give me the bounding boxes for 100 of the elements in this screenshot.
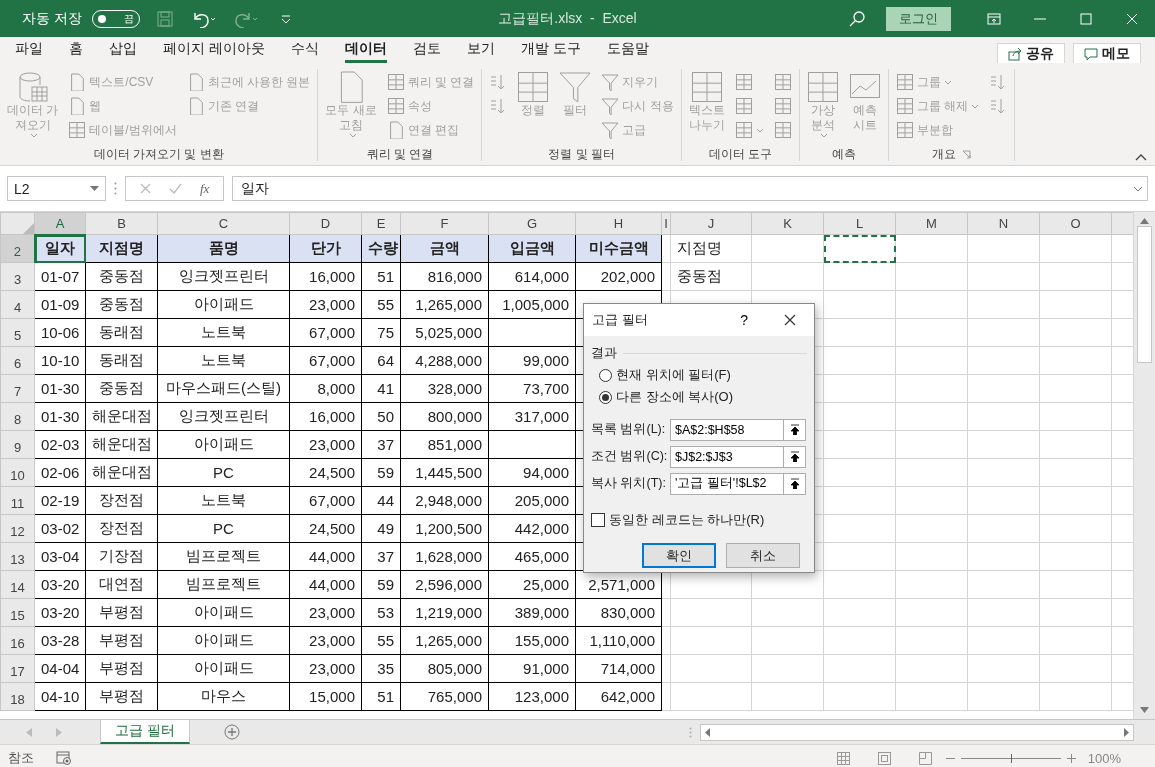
row-header[interactable]: 13 [0,542,35,571]
row-header[interactable]: 12 [0,514,35,543]
column-header[interactable]: M [895,212,968,235]
select-all-button[interactable] [0,212,35,235]
close-icon[interactable] [784,314,796,326]
row-header[interactable]: 9 [0,430,35,459]
table-cell: 44 [361,486,401,515]
formula-field[interactable]: 일자 [232,176,1148,201]
range-field[interactable]: $J$2:$J$3 [670,445,784,468]
ribbon-tab[interactable]: 페이지 레이아웃 [150,40,278,63]
table-cell: 중동점 [85,290,158,319]
column-header[interactable]: B [85,212,158,235]
scroll-down-icon[interactable] [1140,707,1149,713]
row-header[interactable]: 3 [0,262,35,291]
radio-option[interactable]: 현재 위치에 필터(F) [599,364,731,386]
row-header[interactable]: 16 [0,626,35,655]
check-icon[interactable] [169,183,182,194]
row-header[interactable]: 14 [0,570,35,599]
save-icon[interactable] [155,9,174,28]
cancel-icon[interactable] [140,183,151,194]
vertical-scrollbar[interactable] [1133,212,1155,719]
ribbon-tab[interactable]: 보기 [453,40,508,63]
zoom-in-icon[interactable] [1066,753,1076,763]
dialog-launcher-icon[interactable] [961,149,971,159]
dialog-button[interactable]: 취소 [726,543,800,568]
search-icon[interactable] [848,9,866,28]
table-icon [68,121,87,139]
table-cell: 동래점 [85,346,158,375]
sheet-tab[interactable]: 고급 필터 [100,720,190,744]
collapse-dialog-icon[interactable] [789,478,800,489]
help-button[interactable]: ? [734,311,754,329]
column-header[interactable]: J [670,212,752,235]
ribbon-tab[interactable]: 개발 도구 [507,40,594,63]
table-cell: 16,000 [289,262,362,291]
column-header[interactable]: G [488,212,576,235]
macro-record-icon[interactable] [56,751,72,765]
row-header[interactable]: 15 [0,598,35,627]
scroll-up-icon[interactable] [1140,218,1149,224]
table-cell: 67,000 [289,486,362,515]
next-sheet-icon[interactable] [56,727,62,737]
ribbon-tab[interactable]: 수식 [277,40,332,63]
column-header[interactable]: F [400,212,489,235]
ribbon-tab[interactable]: 데이터 [331,40,400,63]
insert-function-button[interactable]: fx [200,180,210,197]
login-button[interactable]: 로그인 [886,6,951,31]
ribbon-tab[interactable]: 도움말 [593,40,662,63]
row-header[interactable]: 8 [0,402,35,431]
column-header[interactable]: D [289,212,362,235]
radio-option[interactable]: 다른 장소에 복사(O) [599,386,733,408]
checkbox-option[interactable]: 동일한 레코드는 하나만(R) [591,511,765,529]
column-header[interactable]: H [575,212,662,235]
collapse-icon[interactable] [1135,153,1147,161]
name-box[interactable]: L2 [7,176,106,201]
horizontal-scrollbar[interactable] [700,723,1134,741]
ribbon-tab[interactable]: 삽입 [96,40,150,63]
column-header[interactable]: K [751,212,824,235]
column-header[interactable]: O [1039,212,1112,235]
dialog-button[interactable]: 확인 [642,543,716,568]
row-header[interactable]: 2 [0,234,35,263]
collapse-dialog-icon[interactable] [789,451,800,462]
maximize-icon[interactable] [1080,12,1092,25]
dropdown-icon[interactable] [90,186,99,191]
customize-icon[interactable] [279,12,292,25]
table-cell: 대연점 [85,570,158,599]
expand-icon[interactable] [1133,185,1143,192]
radio-icon[interactable] [599,390,612,404]
page-layout-icon[interactable] [877,751,891,765]
row-header[interactable]: 11 [0,486,35,515]
row-header[interactable]: 10 [0,458,35,487]
comments-button[interactable]: 메모 [1073,43,1141,65]
normal-view-icon[interactable] [836,751,850,765]
range-field[interactable]: '고급 필터'!$L$2 [670,472,784,495]
table-cell: 부평점 [85,626,158,655]
row-header[interactable]: 7 [0,374,35,403]
minimize-icon[interactable] [1034,17,1046,20]
row-header[interactable]: 5 [0,318,35,347]
add-sheet-icon[interactable] [223,724,240,740]
checkbox-icon[interactable] [591,513,605,527]
radio-icon[interactable] [599,368,612,382]
table-cell: 851,000 [400,430,489,459]
share-button[interactable]: 공유 [997,43,1065,65]
ribbon-display-icon[interactable] [987,12,1001,25]
row-header[interactable]: 18 [0,682,35,711]
column-header[interactable]: I [661,212,671,235]
range-field[interactable]: $A$2:$H$58 [670,418,784,441]
column-header[interactable]: C [157,212,290,235]
collapse-dialog-icon[interactable] [789,424,800,435]
page-break-icon[interactable] [918,751,932,765]
previous-sheet-icon[interactable] [26,727,32,737]
scroll-thumb[interactable] [1137,226,1152,363]
ribbon-tab[interactable]: 검토 [399,40,454,63]
column-header[interactable]: A [34,212,86,235]
row-header[interactable]: 17 [0,654,35,683]
ribbon-tab[interactable]: 홈 [56,40,96,63]
ribbon-tab[interactable]: 파일 [2,40,56,63]
column-header[interactable]: N [967,212,1040,235]
column-header[interactable]: L [823,212,896,235]
row-header[interactable]: 4 [0,290,35,319]
row-header[interactable]: 6 [0,346,35,375]
column-header[interactable]: E [361,212,401,235]
